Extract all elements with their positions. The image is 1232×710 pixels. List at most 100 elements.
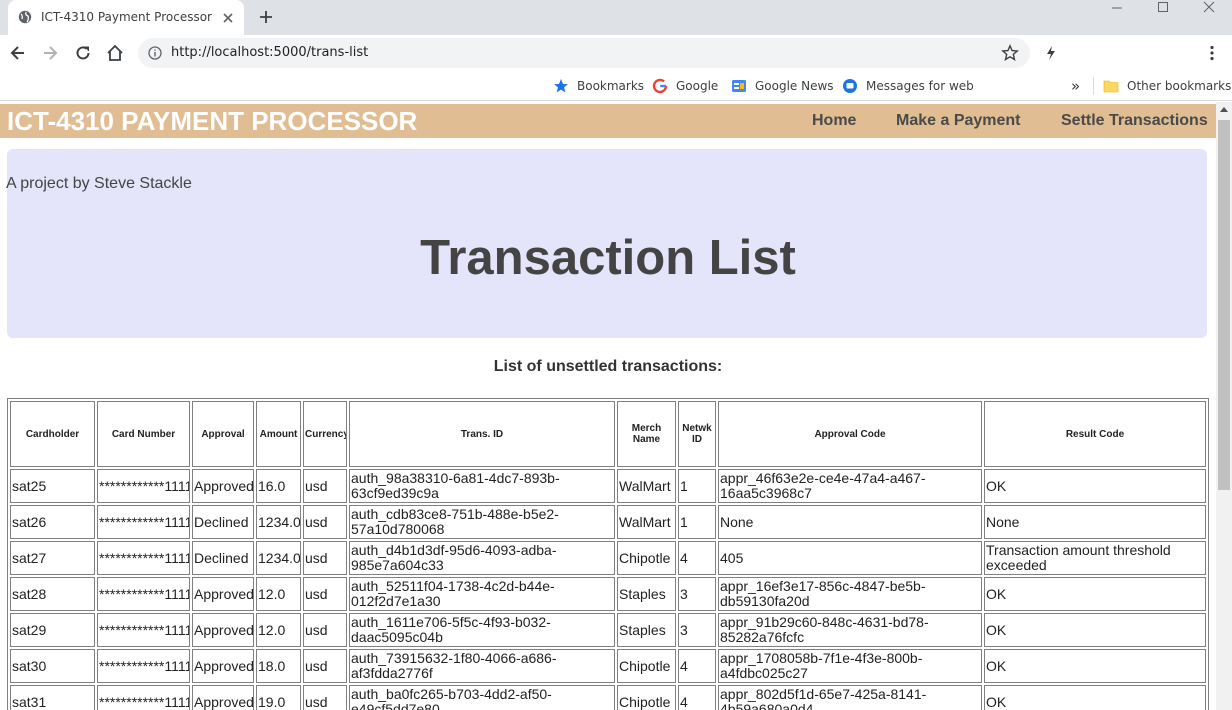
bookmarks-overflow-button[interactable]: »	[1071, 77, 1080, 95]
table-cell: auth_cdb83ce8-751b-488e-b5e2-57a10d78006…	[349, 505, 615, 539]
tab-strip: ICT-4310 Payment Processor	[0, 0, 1232, 35]
close-tab-icon[interactable]	[221, 11, 235, 25]
home-icon[interactable]	[105, 43, 125, 63]
table-cell: OK	[984, 469, 1206, 503]
table-cell: ************1111	[97, 541, 190, 575]
column-header: Merch Name	[617, 401, 676, 467]
menu-icon[interactable]	[1202, 43, 1222, 63]
reload-icon[interactable]	[73, 43, 93, 63]
minimize-icon[interactable]	[1094, 0, 1140, 30]
table-cell: usd	[303, 541, 347, 575]
table-cell: OK	[984, 613, 1206, 647]
table-cell: WalMart	[617, 469, 676, 503]
table-cell: auth_52511f04-1738-4c2d-b44e-012f2d7e1a3…	[349, 577, 615, 611]
nav-link-settle-transactions[interactable]: Settle Transactions	[1061, 112, 1208, 130]
browser-tab[interactable]: ICT-4310 Payment Processor	[8, 0, 244, 35]
table-cell: ************1111	[97, 649, 190, 683]
column-header: Cardholder	[10, 401, 95, 467]
table-cell: appr_16ef3e17-856c-4847-be5b-db59130fa20…	[718, 577, 982, 611]
table-cell: Staples	[617, 577, 676, 611]
table-row: sat26 ************1111 Declined 1234.0 usd au…	[10, 505, 1206, 539]
table-cell: Approved	[192, 577, 254, 611]
table-cell: OK	[984, 577, 1206, 611]
scroll-up-arrow-icon[interactable]	[1220, 107, 1228, 112]
column-header: Approval	[192, 401, 254, 467]
table-row: sat30 ************1111 Approved 18.0 usd auth…	[10, 649, 1206, 683]
table-row: sat29 ************1111 Approved 12.0 usd auth…	[10, 613, 1206, 647]
table-cell: Chipotle	[617, 685, 676, 710]
table-cell: Declined	[192, 505, 254, 539]
bookmarks-bar: Bookmarks Google Google News Messages fo…	[0, 71, 1232, 101]
forward-icon[interactable]	[40, 43, 60, 63]
table-cell: sat27	[10, 541, 95, 575]
table-cell: 1234.0	[256, 505, 301, 539]
folder-icon	[1103, 80, 1119, 93]
table-cell: usd	[303, 685, 347, 710]
table-cell: Chipotle	[617, 649, 676, 683]
table-cell: ************1111	[97, 685, 190, 710]
table-cell: 3	[678, 577, 716, 611]
table-caption: List of unsettled transactions:	[493, 358, 723, 375]
table-cell: None	[984, 505, 1206, 539]
table-cell: 16.0	[256, 469, 301, 503]
table-cell: sat30	[10, 649, 95, 683]
star-icon	[554, 79, 568, 93]
maximize-icon[interactable]	[1140, 0, 1186, 30]
column-header: Card Number	[97, 401, 190, 467]
new-tab-icon[interactable]	[257, 8, 275, 26]
page-scrollbar[interactable]	[1216, 102, 1232, 710]
extension-icon[interactable]	[1041, 43, 1061, 63]
transactions-table-body: sat25 ************1111 Approved 16.0 usd auth…	[10, 469, 1206, 710]
bookmark-google[interactable]: Google	[652, 77, 718, 95]
page-viewport: ICT-4310 PAYMENT PROCESSOR Home Make a P…	[0, 102, 1232, 710]
back-icon[interactable]	[8, 43, 28, 63]
table-cell: sat31	[10, 685, 95, 710]
table-cell: ************1111	[97, 613, 190, 647]
info-icon[interactable]	[148, 46, 162, 60]
column-header: Result Code	[984, 401, 1206, 467]
bookmark-messages[interactable]: Messages for web	[842, 77, 974, 95]
bookmark-separator	[1093, 77, 1094, 95]
bookmark-star-icon[interactable]	[1001, 44, 1019, 62]
table-cell: None	[718, 505, 982, 539]
table-cell: 4	[678, 541, 716, 575]
scrollbar-thumb[interactable]	[1218, 120, 1230, 490]
table-cell: auth_1611e706-5f5c-4f93-b032-daac5095c04…	[349, 613, 615, 647]
nav-link-make-payment[interactable]: Make a Payment	[896, 112, 1021, 130]
messages-icon	[843, 79, 857, 93]
nav-link-home[interactable]: Home	[812, 112, 856, 130]
table-cell: sat26	[10, 505, 95, 539]
table-cell: sat28	[10, 577, 95, 611]
address-bar[interactable]: http://localhost:5000/trans-list	[138, 38, 1030, 68]
close-window-icon[interactable]	[1186, 0, 1232, 30]
column-header: Currency	[303, 401, 347, 467]
table-cell: Approved	[192, 469, 254, 503]
table-cell: auth_73915632-1f80-4066-a686-af3fdda2776…	[349, 649, 615, 683]
table-cell: ************1111	[97, 469, 190, 503]
table-cell: ************1111	[97, 577, 190, 611]
table-cell: auth_98a38310-6a81-4dc7-893b-63cf9ed39c9…	[349, 469, 615, 503]
table-cell: 4	[678, 649, 716, 683]
url-text[interactable]: http://localhost:5000/trans-list	[171, 45, 368, 60]
google-news-icon	[732, 80, 746, 92]
other-bookmarks-folder[interactable]: Other bookmarks	[1103, 77, 1231, 95]
page-title: Transaction List	[420, 231, 796, 285]
table-cell: 1234.0	[256, 541, 301, 575]
table-row: sat27 ************1111 Declined 1234.0 usd au…	[10, 541, 1206, 575]
column-header: Netwk ID	[678, 401, 716, 467]
table-cell: Staples	[617, 613, 676, 647]
table-cell: OK	[984, 685, 1206, 710]
site-brand[interactable]: ICT-4310 PAYMENT PROCESSOR	[7, 106, 417, 137]
bookmark-google-news[interactable]: Google News	[731, 77, 834, 95]
table-cell: usd	[303, 505, 347, 539]
table-cell: auth_d4b1d3df-95d6-4093-adba-985e7a604c3…	[349, 541, 615, 575]
globe-icon	[18, 10, 32, 24]
table-cell: Approved	[192, 613, 254, 647]
table-cell: appr_91b29c60-848c-4631-bd78-85282a76fcf…	[718, 613, 982, 647]
table-cell: usd	[303, 649, 347, 683]
table-cell: Approved	[192, 685, 254, 710]
table-cell: 1	[678, 505, 716, 539]
column-header: Trans. ID	[349, 401, 615, 467]
table-cell: WalMart	[617, 505, 676, 539]
bookmark-bookmarks[interactable]: Bookmarks	[553, 77, 644, 95]
